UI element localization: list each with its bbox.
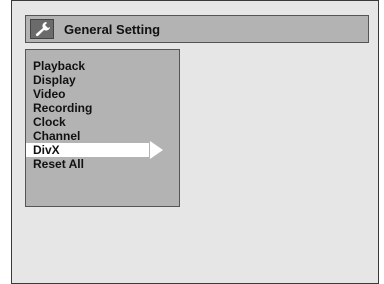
page-title: General Setting (64, 21, 161, 37)
settings-menu: Playback Display Video Recording Clock C… (25, 49, 180, 207)
menu-item-recording[interactable]: Recording (26, 101, 179, 115)
menu-item-divx[interactable]: DivX (26, 141, 163, 159)
title-bar: General Setting (25, 15, 369, 43)
setup-screen: General Setting Playback Display Video R… (11, 0, 379, 284)
menu-item-display[interactable]: Display (26, 73, 179, 87)
menu-item-video[interactable]: Video (26, 87, 179, 101)
menu-item-playback[interactable]: Playback (26, 59, 179, 73)
menu-item-clock[interactable]: Clock (26, 115, 179, 129)
menu-item-reset-all[interactable]: Reset All (26, 157, 179, 171)
wrench-icon (30, 19, 54, 39)
menu-item-label: DivX (33, 143, 60, 157)
